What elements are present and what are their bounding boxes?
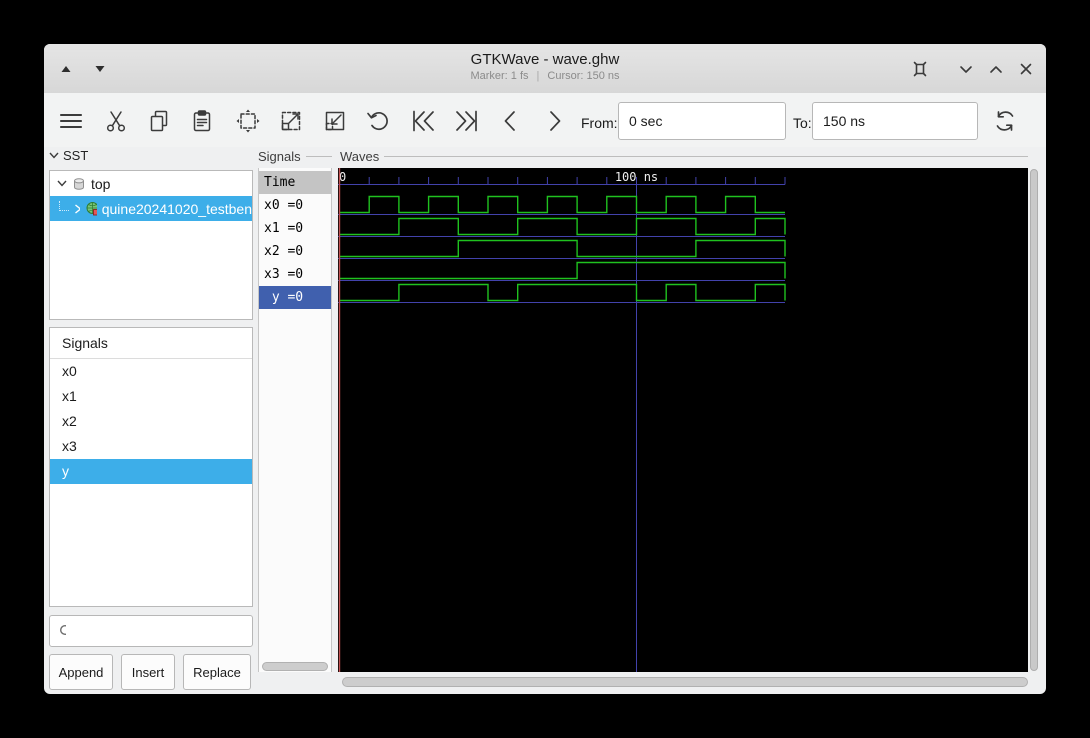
search-icon — [60, 625, 66, 635]
minimize-button[interactable] — [954, 57, 978, 81]
tree-item-label: quine20241020_testben — [101, 200, 252, 217]
from-label: From: — [581, 115, 618, 131]
clipboard-paste-icon — [193, 110, 211, 132]
menu-button[interactable] — [58, 108, 84, 134]
zoom-out-icon — [325, 111, 345, 131]
list-item-x3[interactable]: x3 — [50, 434, 252, 459]
wave-hscrollbar[interactable] — [342, 677, 1028, 687]
skip-to-start-icon — [413, 110, 434, 132]
hamburger-menu-icon — [59, 113, 83, 129]
signal-search-box[interactable] — [49, 615, 253, 647]
keep-above-button[interactable] — [908, 57, 932, 81]
window-subtitle: Marker: 1 fs | Cursor: 150 ns — [44, 68, 1046, 82]
triangle-down-icon — [95, 66, 105, 72]
undo-button[interactable] — [365, 108, 391, 134]
titlebar[interactable]: GTKWave - wave.ghw Marker: 1 fs | Cursor: … — [44, 44, 1046, 94]
zoom-fit-button[interactable] — [235, 108, 261, 134]
tree-guide — [59, 200, 69, 211]
reload-button[interactable] — [992, 108, 1018, 134]
sst-tree-panel: top quine20241020_testben — [49, 170, 253, 320]
shade-up-button[interactable] — [54, 57, 78, 81]
expander-down-icon — [57, 180, 67, 187]
signal-browser-header: Signals — [50, 328, 252, 359]
scissors-icon — [106, 111, 126, 132]
list-item-x1[interactable]: x1 — [50, 384, 252, 409]
list-item-x0[interactable]: x0 — [50, 359, 252, 384]
marker-status: Marker: 1 fs — [470, 70, 529, 82]
close-icon — [1020, 63, 1032, 75]
tree-item-top[interactable]: top — [50, 171, 252, 196]
list-item-x2[interactable]: x2 — [50, 409, 252, 434]
reload-icon — [996, 111, 1014, 131]
cursor-status: Cursor: 150 ns — [547, 70, 620, 82]
chevron-left-icon — [504, 111, 515, 131]
replace-button[interactable]: Replace — [183, 654, 251, 690]
chevron-down-icon — [960, 65, 972, 73]
to-label: To: — [793, 115, 812, 131]
signal-values-hscrollbar[interactable] — [262, 662, 328, 671]
shift-right-button[interactable] — [541, 108, 567, 134]
keep-above-icon — [913, 61, 927, 77]
insert-button[interactable]: Insert — [121, 654, 175, 690]
from-time-input[interactable] — [618, 102, 786, 140]
signal-values-panel: Time x0 =0 x1 =0 x2 =0 x3 =0 y =0 — [258, 168, 332, 672]
expander-right-icon — [75, 203, 80, 214]
waves-frame-label: Waves — [340, 148, 1028, 164]
chevron-up-icon — [990, 65, 1002, 73]
chevron-right-icon — [550, 111, 561, 131]
wave-vscrollbar[interactable] — [1030, 169, 1038, 671]
value-row-y[interactable]: y =0 — [259, 286, 331, 309]
copy-button[interactable] — [146, 108, 172, 134]
wave-display[interactable]: 0 100 ns — [338, 168, 1028, 672]
time-header-cell[interactable]: Time — [259, 171, 331, 194]
waveform-canvas[interactable]: 0 100 ns — [338, 168, 1028, 672]
subtitle-separator: | — [536, 70, 540, 82]
close-button[interactable] — [1014, 57, 1038, 81]
shade-down-button[interactable] — [88, 57, 112, 81]
zoom-in-button[interactable] — [278, 108, 304, 134]
maximize-button[interactable] — [984, 57, 1008, 81]
window-title: GTKWave - wave.ghw — [470, 51, 620, 68]
signals-frame-label: Signals — [258, 148, 332, 164]
instance-icon — [86, 202, 97, 216]
zoom-out-button[interactable] — [322, 108, 348, 134]
sst-section-header[interactable]: SST — [49, 148, 88, 163]
gtkwave-window: GTKWave - wave.ghw Marker: 1 fs | Cursor: … — [44, 44, 1046, 694]
value-row-x3[interactable]: x3 =0 — [259, 263, 331, 286]
go-to-start-button[interactable] — [410, 108, 436, 134]
zoom-in-icon — [281, 111, 301, 131]
cut-button[interactable] — [103, 108, 129, 134]
value-row-x0[interactable]: x0 =0 — [259, 194, 331, 217]
copy-icon — [150, 110, 168, 132]
svg-text:100 ns: 100 ns — [615, 170, 658, 184]
sst-label: SST — [63, 148, 89, 163]
triangle-up-icon — [61, 66, 71, 72]
zoom-fit-icon — [236, 109, 260, 133]
module-cylinder-icon — [74, 177, 84, 190]
skip-to-end-icon — [456, 110, 477, 132]
tree-item-testbench[interactable]: quine20241020_testben — [50, 196, 252, 221]
tree-item-label: top — [91, 175, 111, 192]
expander-down-icon — [49, 152, 59, 159]
undo-icon — [367, 112, 388, 131]
to-time-input[interactable] — [812, 102, 978, 140]
append-button[interactable]: Append — [49, 654, 113, 690]
go-to-end-button[interactable] — [452, 108, 478, 134]
shift-left-button[interactable] — [498, 108, 524, 134]
list-item-y[interactable]: y — [50, 459, 252, 484]
value-row-x2[interactable]: x2 =0 — [259, 240, 331, 263]
signal-browser-panel: Signals x0 x1 x2 x3 y — [49, 327, 253, 607]
signal-search-input[interactable] — [72, 615, 252, 647]
paste-button[interactable] — [189, 108, 215, 134]
value-row-x1[interactable]: x1 =0 — [259, 217, 331, 240]
